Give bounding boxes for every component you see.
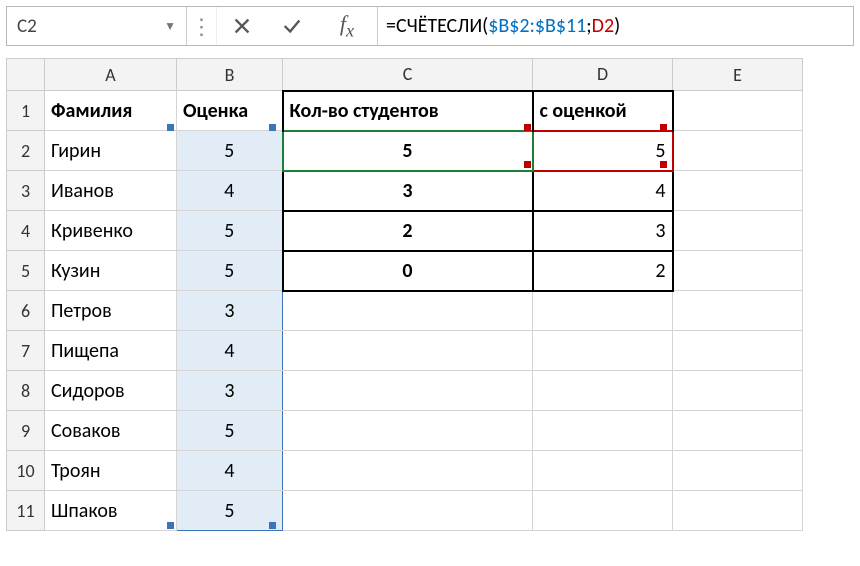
col-header-E[interactable]: E <box>673 59 803 91</box>
row-header[interactable]: 7 <box>7 331 45 371</box>
cell-E8[interactable] <box>673 371 803 411</box>
formula-text-suffix: ) <box>614 14 620 38</box>
cell-D7[interactable] <box>533 331 673 371</box>
range-handle-icon[interactable] <box>660 124 667 131</box>
cell-A6[interactable]: Петров <box>45 291 177 331</box>
cell-A7[interactable]: Пищепа <box>45 331 177 371</box>
cell-B10[interactable]: 4 <box>177 451 283 491</box>
formula-ref-1: $B$2:$B$11 <box>488 14 586 38</box>
cell-D9[interactable] <box>533 411 673 451</box>
col-header-B[interactable]: B <box>177 59 283 91</box>
cell-A3[interactable]: Иванов <box>45 171 177 211</box>
cell-B5[interactable]: 5 <box>177 251 283 291</box>
row-header[interactable]: 1 <box>7 91 45 131</box>
formula-text-prefix: =СЧЁТЕСЛИ( <box>386 14 488 38</box>
row-header[interactable]: 4 <box>7 211 45 251</box>
cell-C5[interactable]: 0 <box>283 251 533 291</box>
row-header[interactable]: 2 <box>7 131 45 171</box>
cell-E11[interactable] <box>673 491 803 531</box>
col-header-D[interactable]: D <box>533 59 673 91</box>
formula-ref-2: D2 <box>592 14 614 38</box>
cancel-formula-button[interactable] <box>217 7 267 45</box>
cell-D4[interactable]: 3 <box>533 211 673 251</box>
row-header[interactable]: 9 <box>7 411 45 451</box>
range-handle-icon[interactable] <box>524 124 531 131</box>
col-header-C[interactable]: C <box>283 59 533 91</box>
cell-C8[interactable] <box>283 371 533 411</box>
cell-D5[interactable]: 2 <box>533 251 673 291</box>
select-all-corner[interactable] <box>7 59 45 91</box>
row-header[interactable]: 11 <box>7 491 45 531</box>
name-box[interactable]: C2 ▼ <box>7 7 187 45</box>
row-header[interactable]: 10 <box>7 451 45 491</box>
range-handle-icon[interactable] <box>269 124 276 131</box>
cell-E3[interactable] <box>673 171 803 211</box>
cell-C11[interactable] <box>283 491 533 531</box>
cell-E1[interactable] <box>673 91 803 131</box>
cell-A11[interactable]: Шпаков <box>45 491 177 531</box>
cell-A10[interactable]: Троян <box>45 451 177 491</box>
row-header[interactable]: 8 <box>7 371 45 411</box>
cell-D10[interactable] <box>533 451 673 491</box>
cell-B9[interactable]: 5 <box>177 411 283 451</box>
cell-C9[interactable] <box>283 411 533 451</box>
row-header[interactable]: 5 <box>7 251 45 291</box>
insert-function-button[interactable]: fx <box>317 7 377 45</box>
formula-bar: C2 ▼ ⋮ fx =СЧЁТЕСЛИ($B$2:$B$11;D2) <box>6 6 854 46</box>
col-header-A[interactable]: A <box>45 59 177 91</box>
x-icon <box>231 15 253 37</box>
cell-B3[interactable]: 4 <box>177 171 283 211</box>
cell-B6[interactable]: 3 <box>177 291 283 331</box>
cell-B7[interactable]: 4 <box>177 331 283 371</box>
range-handle-icon[interactable] <box>167 124 174 131</box>
fx-icon: fx <box>340 11 354 41</box>
cell-D6[interactable] <box>533 291 673 331</box>
cell-A8[interactable]: Сидоров <box>45 371 177 411</box>
cell-B4[interactable]: 5 <box>177 211 283 251</box>
check-icon <box>281 15 303 37</box>
cell-A9[interactable]: Соваков <box>45 411 177 451</box>
range-handle-icon[interactable] <box>269 522 276 529</box>
cell-C3[interactable]: 3 <box>283 171 533 211</box>
row-header[interactable]: 3 <box>7 171 45 211</box>
range-handle-icon[interactable] <box>167 522 174 529</box>
cell-C7[interactable] <box>283 331 533 371</box>
cell-C1[interactable]: Кол-во студентов <box>283 91 533 131</box>
cell-E6[interactable] <box>673 291 803 331</box>
cell-C4[interactable]: 2 <box>283 211 533 251</box>
cell-D2[interactable]: 5 <box>533 131 673 171</box>
spreadsheet-grid[interactable]: A B C D E 1 Фамилия Оценка Кол-во студен… <box>6 58 803 531</box>
range-handle-icon[interactable] <box>524 161 531 168</box>
cell-A2[interactable]: Гирин <box>45 131 177 171</box>
cell-B8[interactable]: 3 <box>177 371 283 411</box>
cell-E7[interactable] <box>673 331 803 371</box>
cell-E9[interactable] <box>673 411 803 451</box>
formula-input[interactable]: =СЧЁТЕСЛИ($B$2:$B$11;D2) <box>377 7 853 45</box>
range-handle-icon[interactable] <box>660 161 667 168</box>
cell-E10[interactable] <box>673 451 803 491</box>
cell-C6[interactable] <box>283 291 533 331</box>
row-header[interactable]: 6 <box>7 291 45 331</box>
cell-A4[interactable]: Кривенко <box>45 211 177 251</box>
cell-A5[interactable]: Кузин <box>45 251 177 291</box>
cell-B11[interactable]: 5 <box>177 491 283 531</box>
cell-A1[interactable]: Фамилия <box>45 91 177 131</box>
cell-E4[interactable] <box>673 211 803 251</box>
name-box-value: C2 <box>17 15 37 38</box>
cell-B2[interactable]: 5 <box>177 131 283 171</box>
cell-D1[interactable]: с оценкой <box>533 91 673 131</box>
cell-C2[interactable]: 5 <box>283 131 533 171</box>
cell-E5[interactable] <box>673 251 803 291</box>
cell-C10[interactable] <box>283 451 533 491</box>
cell-E2[interactable] <box>673 131 803 171</box>
divider-icon: ⋮ <box>187 7 217 45</box>
chevron-down-icon[interactable]: ▼ <box>164 19 176 34</box>
cell-D11[interactable] <box>533 491 673 531</box>
confirm-formula-button[interactable] <box>267 7 317 45</box>
cell-D8[interactable] <box>533 371 673 411</box>
cell-D3[interactable]: 4 <box>533 171 673 211</box>
cell-B1[interactable]: Оценка <box>177 91 283 131</box>
